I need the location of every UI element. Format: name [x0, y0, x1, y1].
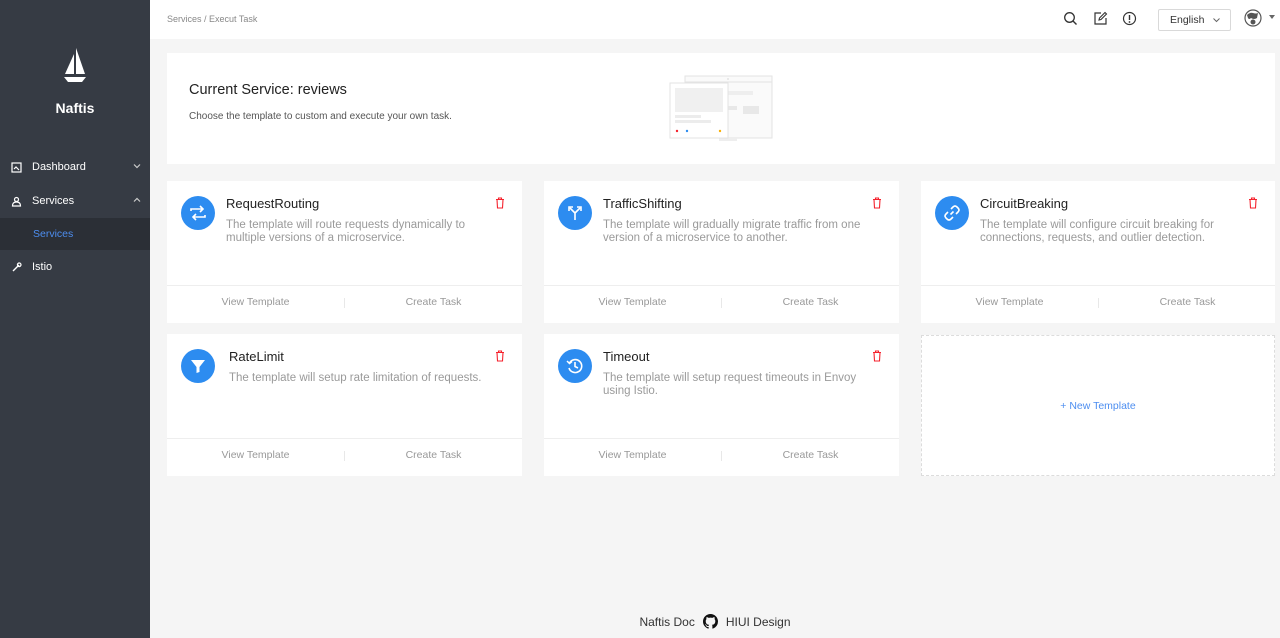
hiui-design-link[interactable]: HIUI Design [726, 615, 791, 629]
trash-icon[interactable] [495, 350, 505, 362]
template-card-trafficshifting: TrafficShifting The template will gradua… [544, 181, 899, 323]
chevron-down-icon [1213, 18, 1220, 23]
card-title: CircuitBreaking [980, 196, 1069, 211]
trash-icon[interactable] [872, 350, 882, 362]
card-footer: View Template Create Task [921, 285, 1275, 323]
chevron-up-icon [133, 197, 141, 202]
card-description: The template will gradually migrate traf… [603, 219, 861, 244]
sidebar-subitem-label: Services [33, 228, 74, 240]
sidebar-item-services[interactable]: Services [0, 184, 150, 218]
trash-icon[interactable] [872, 197, 882, 209]
caret-down-icon[interactable] [1269, 15, 1275, 20]
language-label: English [1170, 14, 1205, 26]
sidebar-item-dashboard[interactable]: Dashboard [0, 150, 150, 184]
card-description: The template will setup request timeouts… [603, 372, 857, 397]
trash-icon[interactable] [495, 197, 505, 209]
card-description: The template will setup rate limitation … [229, 372, 482, 384]
card-description: The template will route requests dynamic… [226, 219, 466, 244]
edit-icon[interactable] [1093, 11, 1108, 26]
sidebar-item-label: Istio [32, 261, 53, 273]
dashboard-icon [11, 161, 22, 173]
create-task-button[interactable]: Create Task [345, 286, 522, 323]
card-footer: View Template Create Task [544, 438, 899, 476]
template-card-circuitbreaking: CircuitBreaking The template will config… [921, 181, 1275, 323]
naftis-doc-link[interactable]: Naftis Doc [639, 615, 694, 629]
sidebar-item-label: Dashboard [32, 161, 86, 173]
card-title: TrafficShifting [603, 196, 682, 211]
fork-icon [558, 196, 592, 230]
avatar[interactable] [1244, 9, 1262, 27]
card-footer: View Template Create Task [544, 285, 899, 323]
card-title: RequestRouting [226, 196, 320, 211]
istio-icon [11, 261, 22, 273]
history-icon [558, 349, 592, 383]
link-icon [935, 196, 969, 230]
view-template-button[interactable]: View Template [921, 286, 1098, 323]
top-header: Services / Execut Task English [150, 0, 1280, 39]
template-card-timeout: Timeout The template will setup request … [544, 334, 899, 476]
card-footer: View Template Create Task [167, 285, 522, 323]
card-title: Timeout [603, 349, 650, 364]
sidebar-nav: Dashboard Services Services Istio [0, 150, 150, 284]
new-template-button[interactable]: + New Template [921, 335, 1275, 476]
view-template-button[interactable]: View Template [167, 286, 344, 323]
view-template-button[interactable]: View Template [544, 439, 721, 476]
view-template-button[interactable]: View Template [167, 439, 344, 476]
template-card-requestrouting: RequestRouting The template will route r… [167, 181, 522, 323]
new-template-label: + New Template [1060, 399, 1136, 412]
page-title: Current Service: reviews [189, 82, 347, 98]
language-select[interactable]: English [1158, 9, 1231, 31]
service-banner: Current Service: reviews Choose the temp… [167, 53, 1275, 164]
template-illustration [669, 75, 773, 141]
sidebar-item-istio[interactable]: Istio [0, 250, 150, 284]
page-footer: Naftis Doc HIUI Design [150, 614, 1280, 629]
filter-icon [181, 349, 215, 383]
app-name: Naftis [55, 100, 95, 116]
sidebar-subitem-services[interactable]: Services [0, 218, 150, 250]
create-task-button[interactable]: Create Task [345, 439, 522, 476]
card-title: RateLimit [229, 349, 284, 364]
sidebar: Naftis Dashboard Services Services Istio [0, 0, 150, 638]
services-icon [11, 196, 22, 207]
swap-icon [181, 196, 215, 230]
sailboat-logo-icon [64, 48, 86, 82]
chevron-down-icon [133, 164, 141, 169]
trash-icon[interactable] [1248, 197, 1258, 209]
view-template-button[interactable]: View Template [544, 286, 721, 323]
logo[interactable]: Naftis [0, 46, 150, 116]
create-task-button[interactable]: Create Task [722, 286, 899, 323]
template-card-ratelimit: RateLimit The template will setup rate l… [167, 334, 522, 476]
card-description: The template will configure circuit brea… [980, 219, 1214, 244]
create-task-button[interactable]: Create Task [1099, 286, 1276, 323]
sidebar-item-label: Services [32, 195, 75, 207]
github-icon[interactable] [702, 614, 718, 629]
breadcrumb: Services / Execut Task [167, 14, 258, 24]
card-footer: View Template Create Task [167, 438, 522, 476]
info-icon[interactable] [1122, 11, 1137, 26]
create-task-button[interactable]: Create Task [722, 439, 899, 476]
page-description: Choose the template to custom and execut… [189, 111, 452, 122]
search-icon[interactable] [1063, 11, 1078, 26]
